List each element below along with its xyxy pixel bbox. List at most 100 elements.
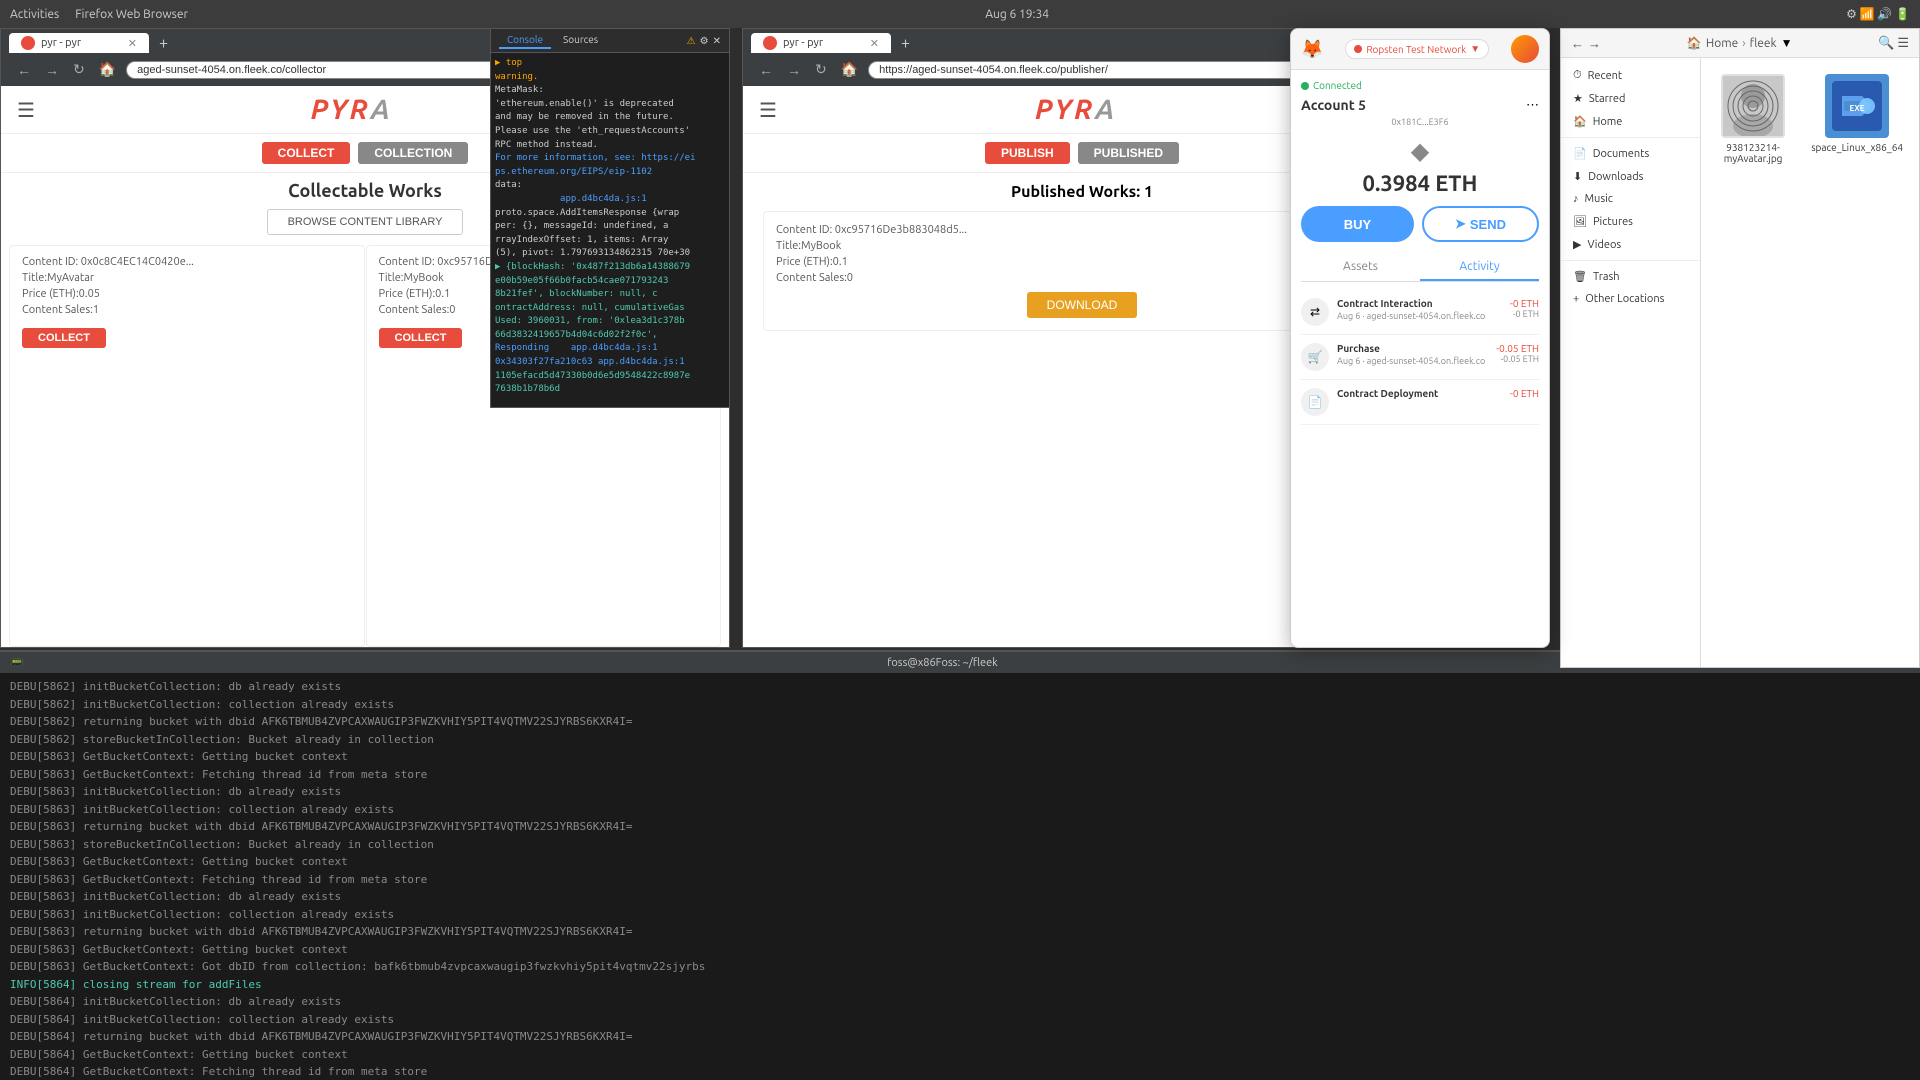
fm-sidebar-sep-2 xyxy=(1561,260,1700,261)
fm-file-avatar[interactable]: 938123214-myAvatar.jpg xyxy=(1711,68,1795,170)
t-line-10: DEBU[5863] GetBucketContext: Getting buc… xyxy=(10,854,1910,871)
terminal-body[interactable]: DEBU[5862] initBucketCollection: db alre… xyxy=(0,673,1920,1080)
fm-path-dropdown-icon[interactable]: ▼ xyxy=(1781,36,1793,50)
tab-new-right[interactable]: + xyxy=(895,34,916,52)
nav-home-right[interactable]: 🏠 xyxy=(837,59,862,80)
activities-label[interactable]: Activities xyxy=(10,8,59,21)
sidebar-item-other-locations[interactable]: + Other Locations xyxy=(1561,288,1700,310)
fm-forward-btn[interactable]: → xyxy=(1588,36,1601,51)
published-btn[interactable]: PUBLISHED xyxy=(1078,142,1179,164)
browse-content-btn[interactable]: BROWSE CONTENT LIBRARY xyxy=(267,209,464,235)
fm-header-actions: 🔍 ☰ xyxy=(1878,35,1909,51)
tab-new-left[interactable]: + xyxy=(153,34,174,52)
sidebar-label-starred: Starred xyxy=(1589,93,1626,105)
mm-connected-dot xyxy=(1301,82,1309,90)
nav-forward-right[interactable]: → xyxy=(783,60,805,80)
t-line-19: DEBU[5864] initBucketCollection: collect… xyxy=(10,1012,1910,1029)
browser-tab-left-active[interactable]: pyr - pyr ✕ xyxy=(9,33,149,53)
mm-act-amount-1: -0.05 ETH xyxy=(1496,343,1539,354)
collection-btn-left[interactable]: COLLECTION xyxy=(358,142,468,164)
fm-body: ⏱ Recent ★ Starred 🏠 Home 📄 Documents ⬇ … xyxy=(1561,58,1919,667)
mm-tab-assets[interactable]: Assets xyxy=(1301,254,1420,281)
hamburger-left[interactable]: ☰ xyxy=(17,98,35,122)
browser-tab-right-active[interactable]: pyr - pyr ✕ xyxy=(751,33,891,53)
top-bar-left: Activities Firefox Web Browser xyxy=(10,8,188,21)
item-price-0: Price (ETH):0.05 xyxy=(22,288,352,300)
console-gear-icon[interactable]: ⚙ xyxy=(700,35,709,47)
mm-avatar[interactable] xyxy=(1511,35,1539,63)
sidebar-label-home: Home xyxy=(1593,116,1623,128)
collect-btn-left[interactable]: COLLECT xyxy=(262,142,351,164)
console-line-7: For more information, see: https://ei xyxy=(495,152,725,165)
fm-files: 938123214-myAvatar.jpg EXE space_Linux_x… xyxy=(1711,68,1909,170)
fm-path-home[interactable]: Home xyxy=(1706,37,1738,50)
download-btn[interactable]: DOWNLOAD xyxy=(1027,292,1138,318)
sidebar-item-music[interactable]: ♪ Music xyxy=(1561,188,1700,210)
t-line-18: DEBU[5864] initBucketCollection: db alre… xyxy=(10,994,1910,1011)
fm-sidebar: ⏱ Recent ★ Starred 🏠 Home 📄 Documents ⬇ … xyxy=(1561,58,1701,667)
mm-activity-item-1: 🛒 Purchase Aug 6 · aged-sunset-4054.on.f… xyxy=(1301,335,1539,380)
collect-item-btn-0[interactable]: COLLECT xyxy=(22,328,106,348)
mm-act-amount-2: -0 ETH xyxy=(1510,388,1539,399)
send-arrow-icon: ➤ xyxy=(1455,216,1466,232)
sidebar-label-other: Other Locations xyxy=(1585,293,1664,305)
t-line-9: DEBU[5863] storeBucketInCollection: Buck… xyxy=(10,837,1910,854)
sidebar-item-videos[interactable]: ▶ Videos xyxy=(1561,233,1700,256)
console-line-12: per: {}, messageId: undefined, a xyxy=(495,220,725,233)
console-panel: Console Sources ⚠ ⚙ ✕ ▶ top warning. Met… xyxy=(490,28,730,408)
sidebar-item-documents[interactable]: 📄 Documents xyxy=(1561,142,1700,165)
console-line-23: 1105efacd5d47330b0d6e5d9548422c8987e xyxy=(495,370,725,383)
nav-back-right[interactable]: ← xyxy=(755,60,777,80)
mm-act-amount-0: -0 ETH xyxy=(1510,298,1539,309)
sidebar-item-downloads[interactable]: ⬇ Downloads xyxy=(1561,165,1700,188)
t-line-22: DEBU[5864] GetBucketContext: Fetching th… xyxy=(10,1064,1910,1080)
console-line-24: 7638b1b78b6d xyxy=(495,383,725,396)
mm-act-sub-1: Aug 6 · aged-sunset-4054.on.fleek.co xyxy=(1337,356,1488,366)
fm-path-fleek[interactable]: fleek xyxy=(1750,37,1777,50)
fm-search-btn[interactable]: 🔍 xyxy=(1878,35,1894,51)
nav-forward-left[interactable]: → xyxy=(41,60,63,80)
mm-network-selector[interactable]: Ropsten Test Network ▼ xyxy=(1345,39,1489,59)
publish-btn[interactable]: PUBLISH xyxy=(985,142,1070,164)
terminal-window: 📟 foss@x86Foss: ~/fleek 🔍 ☰ ✕ DEBU[5862]… xyxy=(0,650,1920,1080)
hamburger-right[interactable]: ☰ xyxy=(759,98,777,122)
collect-item-btn-1[interactable]: COLLECT xyxy=(379,328,463,348)
console-line-3: 'ethereum.enable()' is deprecated xyxy=(495,98,725,111)
fm-file-binary[interactable]: EXE space_Linux_x86_64 xyxy=(1805,68,1909,170)
mm-send-btn[interactable]: ➤ SEND xyxy=(1422,206,1539,242)
console-close-icon[interactable]: ✕ xyxy=(713,35,721,47)
mm-account-options-icon[interactable]: ⋯ xyxy=(1526,98,1539,113)
nav-refresh-left[interactable]: ↻ xyxy=(69,59,89,80)
tab-close-left[interactable]: ✕ xyxy=(128,37,137,50)
mm-act-sub-0: Aug 6 · aged-sunset-4054.on.fleek.co xyxy=(1337,311,1502,321)
fm-menu-btn[interactable]: ☰ xyxy=(1897,35,1909,51)
browser-name[interactable]: Firefox Web Browser xyxy=(75,8,188,21)
console-tab-console[interactable]: Console xyxy=(499,32,551,49)
console-tab-sources[interactable]: Sources xyxy=(555,32,606,49)
sidebar-item-pictures[interactable]: 🖼 Pictures xyxy=(1561,210,1700,233)
sidebar-item-home[interactable]: 🏠 Home xyxy=(1561,110,1700,133)
nav-home-left[interactable]: 🏠 xyxy=(95,59,120,80)
videos-icon: ▶ xyxy=(1573,238,1581,251)
mm-activity-list: ⇄ Contract Interaction Aug 6 · aged-suns… xyxy=(1301,290,1539,425)
nav-refresh-right[interactable]: ↻ xyxy=(811,59,831,80)
fm-back-btn[interactable]: ← xyxy=(1571,36,1584,51)
sidebar-label-pictures: Pictures xyxy=(1593,216,1633,228)
mm-act-icon-2: 📄 xyxy=(1301,388,1329,416)
mm-account-row: Account 5 ⋯ xyxy=(1301,97,1539,113)
sidebar-label-downloads: Downloads xyxy=(1588,171,1643,183)
mm-tab-activity[interactable]: Activity xyxy=(1420,254,1539,281)
tab-close-right[interactable]: ✕ xyxy=(870,37,879,50)
t-line-17: INFO[5864] closing stream for addFiles xyxy=(10,977,1910,994)
url-bar-right[interactable] xyxy=(868,61,1359,79)
nav-back-left[interactable]: ← xyxy=(13,60,35,80)
sidebar-item-trash[interactable]: 🗑 Trash xyxy=(1561,265,1700,288)
sidebar-item-starred[interactable]: ★ Starred xyxy=(1561,87,1700,110)
t-line-4: DEBU[5863] GetBucketContext: Getting buc… xyxy=(10,749,1910,766)
sidebar-item-recent[interactable]: ⏱ Recent xyxy=(1561,64,1700,87)
mm-buy-btn[interactable]: BUY xyxy=(1301,206,1414,242)
mm-connected-status: Connected xyxy=(1301,80,1539,91)
item-card-0: Content ID: 0x0c8C4EC14C0420e... Title:M… xyxy=(9,245,365,647)
mm-activity-item-2: 📄 Contract Deployment -0 ETH xyxy=(1301,380,1539,425)
console-line-15: ▶ {blockHash: '0x487f213db6a14388679 xyxy=(495,261,725,274)
